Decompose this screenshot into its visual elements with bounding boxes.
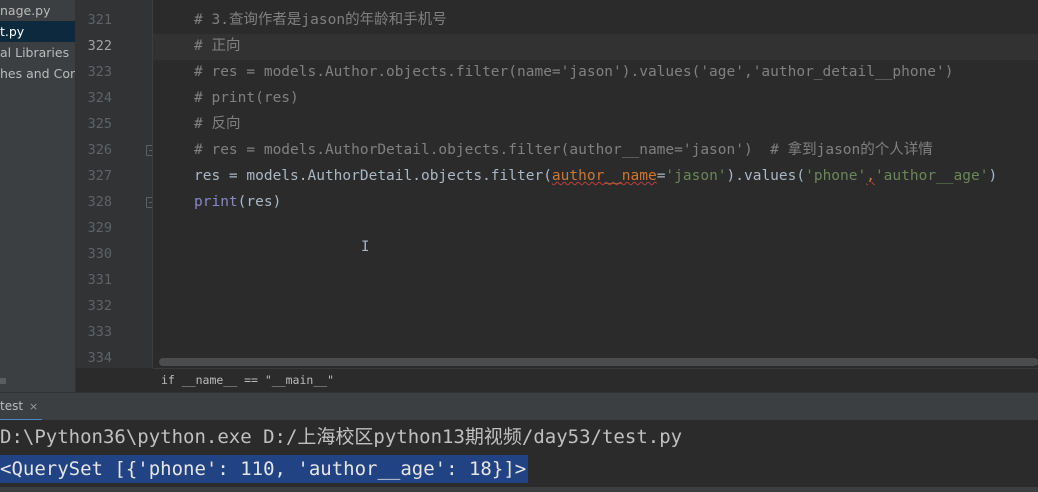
project-tree: nage.py t.py al Libraries hes and Cons [0,0,76,392]
run-console[interactable]: D:\Python36\python.exe D:/上海校区python13期视… [0,420,1038,492]
code-editor[interactable]: # 3.查询作者是jason的年龄和手机号 # 正向 # res = model… [153,0,1038,368]
line-number: 329 [87,220,112,236]
code-token: (res) [237,194,282,210]
line-number-current: 322 [87,38,112,54]
horizontal-scrollbar[interactable] [159,358,1038,366]
current-line-highlight [153,34,1038,60]
line-number: 327 [87,168,112,184]
line-number: 325 [87,116,112,132]
code-token: res = models.AuthorDetail.objects.filter… [194,168,552,184]
console-line-command: D:\Python36\python.exe D:/上海校区python13期视… [0,426,683,448]
line-number: 330 [87,246,112,262]
line-number: 334 [87,350,112,366]
line-number: 331 [87,272,112,288]
tree-item-test-py[interactable]: t.py [0,21,75,42]
sidebar-scroll-thumb[interactable] [0,378,6,384]
breadcrumb-bar: if __name__ == "__main__" [153,368,1038,393]
code-line-328[interactable]: print(res) [194,189,281,215]
code-token-string: 'author__age' [874,168,989,184]
tree-item-scratches[interactable]: hes and Cons [0,63,75,84]
line-number: 324 [87,90,112,106]
tree-item-external-libraries[interactable]: al Libraries [0,42,75,63]
run-tab-label: test [0,399,24,413]
code-token: ).values( [726,168,806,184]
code-line-325[interactable]: # 反向 [194,111,240,137]
line-number: 333 [87,324,112,340]
tab-run-test[interactable]: test × [0,393,44,419]
code-token-builtin: print [194,194,238,210]
code-token-string: 'phone' [805,168,867,184]
tree-item-manage-py[interactable]: nage.py [0,0,75,21]
line-number: 328 [87,194,112,210]
code-line-323[interactable]: # res = models.Author.objects.filter(nam… [194,59,954,85]
line-number: 332 [87,298,112,314]
code-token-string: 'jason' [665,168,727,184]
code-line-324[interactable]: # print(res) [194,85,299,111]
run-panel-header: test × [0,392,1038,421]
code-line-326[interactable]: # res = models.AuthorDetail.objects.filt… [194,137,933,163]
text-cursor-icon: I [361,239,370,255]
code-line-321[interactable]: # 3.查询作者是jason的年龄和手机号 [194,7,447,33]
line-number: 326 [87,142,112,158]
code-token-comma: , [866,168,875,184]
tool-window-bar [0,487,1038,492]
code-token-keyword-arg: author__name [551,168,657,184]
line-number: 321 [87,12,112,28]
line-number-gutter: 321 322 323 324 325 326 327 328 329 330 … [76,0,156,368]
code-token: ) [988,168,998,184]
line-number: 323 [87,64,112,80]
breadcrumb[interactable]: if __name__ == "__main__" [161,373,334,387]
code-line-327[interactable]: res = models.AuthorDetail.objects.filter… [194,163,997,189]
code-line-322[interactable]: # 正向 [194,33,240,59]
console-line-output: <QuerySet [{'phone': 110, 'author__age':… [0,455,529,483]
close-icon[interactable]: × [29,400,38,413]
